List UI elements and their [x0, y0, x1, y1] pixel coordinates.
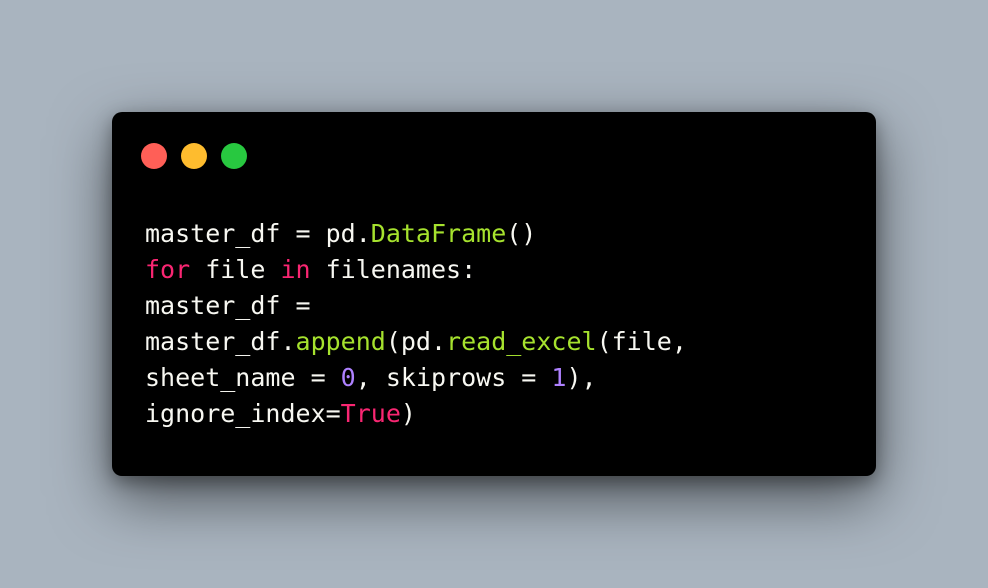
code-token: sheet_name =	[145, 363, 341, 392]
code-token: )	[400, 399, 416, 428]
maximize-button[interactable]	[221, 143, 247, 169]
code-line: master_df.append(pd.read_excel(file,	[145, 324, 687, 360]
code-token: read_excel	[446, 327, 597, 356]
code-token: DataFrame	[370, 219, 507, 248]
code-line: sheet_name = 0, skiprows = 1),	[145, 360, 687, 396]
code-window: master_df = pd.DataFrame() for file in fi…	[112, 112, 876, 476]
code-token: , skiprows =	[355, 363, 552, 392]
code-line: for file in filenames:	[145, 252, 687, 288]
code-block: master_df = pd.DataFrame() for file in fi…	[145, 216, 687, 432]
code-token: (pd.	[385, 327, 447, 356]
code-line: ignore_index=True)	[145, 396, 687, 432]
code-token: ),	[566, 363, 597, 392]
code-token: ()	[506, 219, 537, 248]
code-token: master_df =	[145, 291, 311, 320]
code-token: filenames:	[310, 255, 477, 284]
code-token: master_df = pd.	[145, 219, 371, 248]
code-token: for	[145, 255, 191, 284]
code-token: append	[295, 327, 386, 356]
code-line: master_df =	[145, 288, 687, 324]
code-token: 1	[551, 363, 567, 392]
code-token: file	[190, 255, 281, 284]
code-token: (file,	[596, 327, 687, 356]
code-line: master_df = pd.DataFrame()	[145, 216, 687, 252]
code-token: 0	[340, 363, 356, 392]
minimize-button[interactable]	[181, 143, 207, 169]
close-button[interactable]	[141, 143, 167, 169]
code-token: master_df.	[145, 327, 296, 356]
code-token: in	[280, 255, 311, 284]
code-token: ignore_index=	[145, 399, 341, 428]
window-controls	[141, 143, 247, 169]
code-token: True	[340, 399, 401, 428]
